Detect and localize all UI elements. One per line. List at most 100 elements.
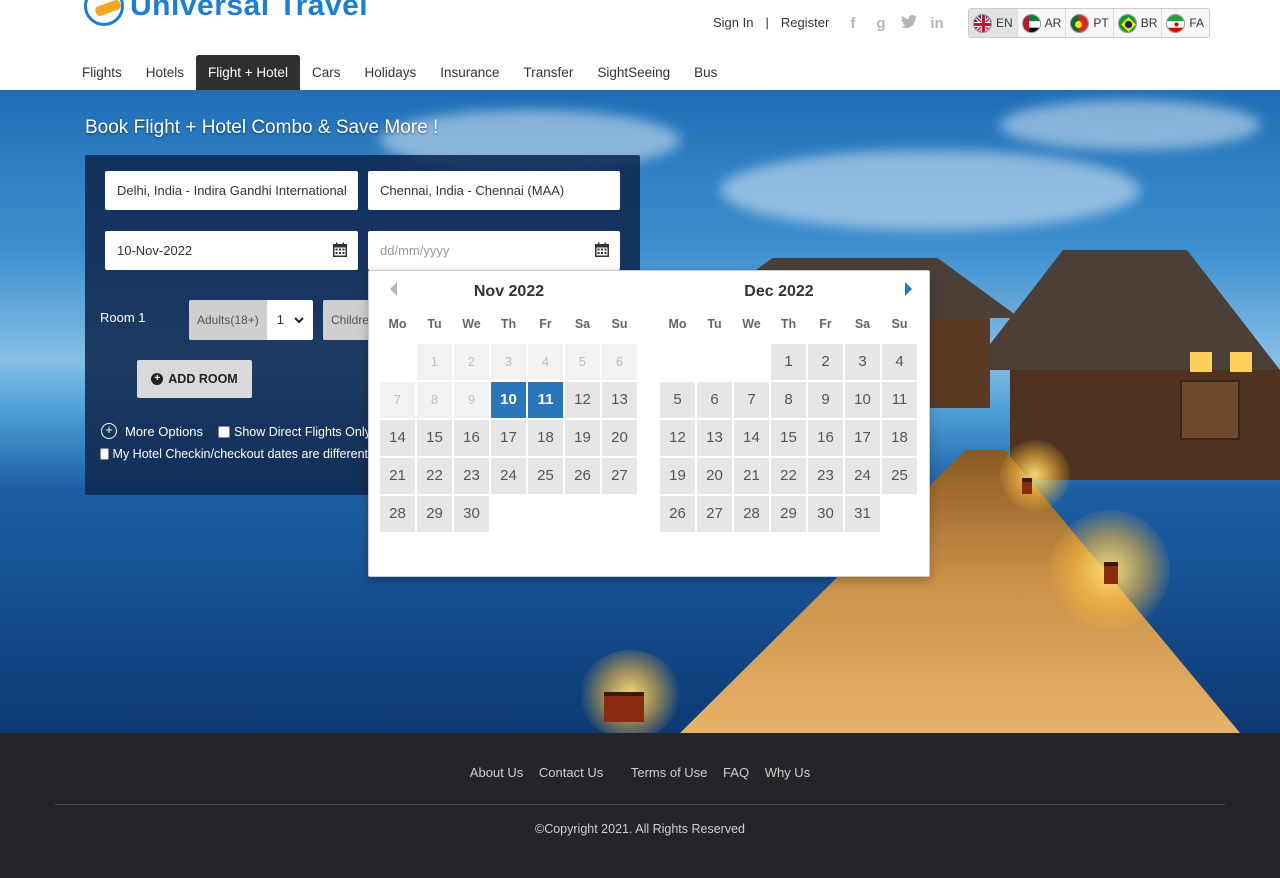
register-link[interactable]: Register <box>781 15 829 30</box>
adults-select[interactable]: Adults(18+) 1 <box>189 300 313 340</box>
hotel-dates-checkbox[interactable]: My Hotel Checkin/checkout dates are diff… <box>100 447 368 461</box>
day-cell[interactable]: 18 <box>882 420 917 456</box>
day-cell[interactable]: 21 <box>734 458 769 494</box>
day-cell[interactable]: 26 <box>565 458 600 494</box>
day-cell[interactable]: 26 <box>660 496 695 532</box>
lang-fa[interactable]: FA <box>1162 9 1208 37</box>
day-cell[interactable]: 30 <box>454 496 489 532</box>
day-cell[interactable]: 23 <box>808 458 843 494</box>
day-cell[interactable]: 17 <box>491 420 526 456</box>
calendar-icon[interactable] <box>332 242 348 258</box>
day-cell[interactable]: 14 <box>380 420 415 456</box>
more-options-toggle[interactable]: + More Options <box>101 423 203 439</box>
day-cell[interactable]: 13 <box>602 382 637 418</box>
tab-flight-hotel[interactable]: Flight + Hotel <box>196 55 300 90</box>
footer-link-faq[interactable]: FAQ <box>723 765 749 780</box>
add-room-button[interactable]: + ADD ROOM <box>137 360 252 398</box>
day-cell[interactable]: 15 <box>417 420 452 456</box>
day-cell[interactable]: 2 <box>808 344 843 380</box>
destination-input[interactable]: Chennai, India - Chennai (MAA) <box>368 171 620 210</box>
day-cell[interactable]: 31 <box>845 496 880 532</box>
lang-en[interactable]: EN <box>969 9 1018 37</box>
tab-bus[interactable]: Bus <box>682 55 729 90</box>
day-cell[interactable]: 29 <box>417 496 452 532</box>
day-cell[interactable]: 21 <box>380 458 415 494</box>
day-cell[interactable]: 10 <box>845 382 880 418</box>
next-month-arrow-icon[interactable] <box>901 281 917 301</box>
facebook-icon[interactable]: f <box>845 15 861 33</box>
day-cell[interactable]: 6 <box>697 382 732 418</box>
day-cell[interactable]: 18 <box>528 420 563 456</box>
day-cell[interactable]: 1 <box>771 344 806 380</box>
tab-hotels[interactable]: Hotels <box>134 55 196 90</box>
depart-date-value: 10-Nov-2022 <box>117 243 193 258</box>
twitter-icon[interactable] <box>901 15 917 33</box>
tab-transfer[interactable]: Transfer <box>512 55 586 90</box>
lang-br[interactable]: BR <box>1114 9 1163 37</box>
weekday-label: Mo <box>388 317 407 331</box>
return-date-input[interactable]: dd/mm/yyyy <box>368 231 620 270</box>
footer-link-terms[interactable]: Terms of Use <box>631 765 708 780</box>
day-cell[interactable]: 25 <box>882 458 917 494</box>
day-cell[interactable]: 28 <box>734 496 769 532</box>
day-cell[interactable]: 24 <box>845 458 880 494</box>
day-cell[interactable]: 17 <box>845 420 880 456</box>
day-cell[interactable]: 27 <box>697 496 732 532</box>
day-cell[interactable]: 19 <box>660 458 695 494</box>
tab-flights[interactable]: Flights <box>70 55 134 90</box>
lang-ar[interactable]: AR <box>1018 9 1067 37</box>
day-cell[interactable]: 7 <box>734 382 769 418</box>
day-cell[interactable]: 19 <box>565 420 600 456</box>
tab-cars[interactable]: Cars <box>300 55 353 90</box>
day-cell[interactable]: 15 <box>771 420 806 456</box>
google-icon[interactable]: g <box>873 15 889 33</box>
day-cell[interactable]: 4 <box>882 344 917 380</box>
day-cell[interactable]: 12 <box>565 382 600 418</box>
day-cell[interactable]: 27 <box>602 458 637 494</box>
day-cell[interactable]: 14 <box>734 420 769 456</box>
day-cell[interactable]: 20 <box>602 420 637 456</box>
checkbox-icon[interactable] <box>100 448 109 460</box>
day-cell[interactable]: 16 <box>808 420 843 456</box>
linkedin-icon[interactable]: in <box>929 15 945 33</box>
day-cell[interactable]: 20 <box>697 458 732 494</box>
day-cell[interactable]: 29 <box>771 496 806 532</box>
tab-insurance[interactable]: Insurance <box>428 55 511 90</box>
adults-value[interactable]: 1 <box>266 300 313 340</box>
footer-link-contact[interactable]: Contact Us <box>539 765 603 780</box>
day-cell[interactable]: 11 <box>882 382 917 418</box>
tab-holidays[interactable]: Holidays <box>352 55 428 90</box>
sign-in-link[interactable]: Sign In <box>713 15 753 30</box>
day-cell[interactable]: 22 <box>771 458 806 494</box>
origin-input[interactable]: Delhi, India - Indira Gandhi Internation… <box>105 171 358 210</box>
brazil-flag-icon <box>1117 13 1137 33</box>
day-cell[interactable]: 9 <box>808 382 843 418</box>
day-cell[interactable]: 10 <box>491 382 526 418</box>
day-cell[interactable]: 22 <box>417 458 452 494</box>
footer-link-about[interactable]: About Us <box>470 765 523 780</box>
lang-pt[interactable]: PT <box>1066 9 1114 37</box>
day-cell: 8 <box>417 382 452 418</box>
social-links: f g in <box>845 15 945 33</box>
footer-link-why-us[interactable]: Why Us <box>765 765 811 780</box>
day-cell[interactable]: 30 <box>808 496 843 532</box>
children-select[interactable]: Children <box>323 300 369 340</box>
direct-flights-checkbox[interactable]: Show Direct Flights Only <box>218 425 371 439</box>
day-cell[interactable]: 13 <box>697 420 732 456</box>
day-cell[interactable]: 5 <box>660 382 695 418</box>
brand-logo[interactable]: Universal Travel <box>84 0 368 26</box>
day-cell[interactable]: 8 <box>771 382 806 418</box>
tab-sightseeing[interactable]: SightSeeing <box>585 55 682 90</box>
site-header: Universal Travel Sign In | Register f g … <box>0 0 1280 90</box>
day-cell[interactable]: 23 <box>454 458 489 494</box>
checkbox-icon[interactable] <box>218 426 230 438</box>
depart-date-input[interactable]: 10-Nov-2022 <box>105 231 358 270</box>
day-cell[interactable]: 3 <box>845 344 880 380</box>
day-cell[interactable]: 24 <box>491 458 526 494</box>
day-cell[interactable]: 12 <box>660 420 695 456</box>
day-cell[interactable]: 11 <box>528 382 563 418</box>
day-cell[interactable]: 28 <box>380 496 415 532</box>
day-cell[interactable]: 25 <box>528 458 563 494</box>
calendar-icon[interactable] <box>594 242 610 258</box>
day-cell[interactable]: 16 <box>454 420 489 456</box>
